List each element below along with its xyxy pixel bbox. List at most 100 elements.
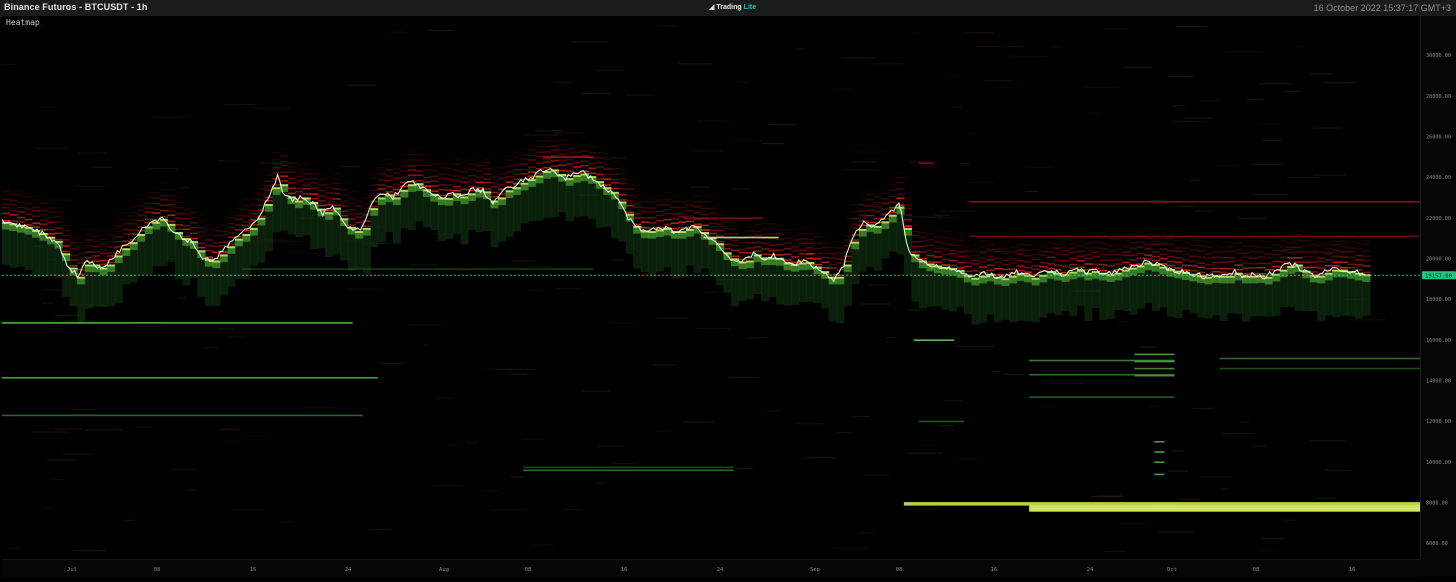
ask-cell [204, 224, 213, 226]
ask-cell [62, 229, 71, 232]
time-tick-label: Aug [439, 567, 449, 573]
noise-cell [1085, 86, 1118, 88]
ask-cell [77, 258, 86, 261]
ask-cell [1091, 251, 1100, 254]
ask-cell [122, 228, 131, 231]
price-axis-svg[interactable]: 30000.00 28000.00 26000.00 24000.00 22000.00… [1421, 16, 1456, 559]
bid-cell [1227, 275, 1236, 278]
ask-cell [47, 233, 56, 235]
noise-cell [1183, 117, 1214, 119]
ask-cell [400, 185, 409, 188]
ask-cell [640, 207, 649, 209]
ask-cell [505, 171, 514, 173]
liquidity-walls [2, 156, 1420, 512]
heatmap-chart-area[interactable] [1, 16, 1420, 559]
bid-cell [1287, 266, 1296, 268]
ask-cell [918, 231, 927, 234]
ask-cell [979, 257, 988, 260]
ask-cell [1091, 247, 1100, 249]
ask-cell [1061, 260, 1070, 262]
ask-cell [483, 162, 492, 164]
ask-cell [1091, 267, 1100, 270]
ask-cell [114, 225, 123, 227]
ask-cell [1024, 271, 1033, 273]
ask-cell [685, 220, 694, 223]
ask-cell [821, 241, 830, 244]
noise-cell [554, 132, 583, 134]
ask-cell [17, 211, 26, 213]
noise-cell [42, 302, 55, 304]
ask-cell [896, 172, 905, 174]
ask-cell [159, 195, 168, 197]
ask-cell [1016, 238, 1025, 240]
ask-cell [144, 202, 153, 205]
heatmap-svg[interactable] [1, 16, 1420, 559]
ask-cell [888, 201, 897, 204]
noise-cell [1003, 373, 1025, 375]
ask-cell [430, 180, 439, 182]
ask-cell [828, 263, 837, 266]
liquidity-wall [703, 236, 779, 239]
noise-cell [610, 463, 635, 465]
ask-cell [1024, 249, 1033, 252]
ask-cell [1114, 244, 1123, 246]
ask-cell [1287, 242, 1296, 244]
ask-cell [746, 242, 755, 244]
ask-cell [1249, 250, 1258, 253]
ask-cell [362, 225, 371, 227]
ask-cell [896, 193, 905, 196]
ask-cell [1031, 253, 1040, 256]
ask-cell [347, 190, 356, 193]
ask-cell [543, 151, 552, 153]
ask-cell [1009, 257, 1018, 260]
noise-cell [850, 204, 888, 206]
time-axis-svg[interactable]: Jul 08 16 24 Aug 08 16 24 Sep 08 16 24 Oct 08 16 [2, 560, 1420, 577]
ask-cell [693, 223, 702, 226]
ask-cell [212, 235, 221, 237]
ask-cell [701, 195, 710, 198]
ask-cell [964, 261, 973, 264]
ask-cell [708, 201, 717, 204]
noise-cell [340, 166, 361, 168]
ask-cell [355, 196, 364, 199]
bid-cell [858, 228, 867, 231]
ask-cell [1099, 247, 1108, 250]
ask-cell [994, 240, 1003, 243]
ask-cell [565, 170, 574, 172]
ask-cell [189, 211, 198, 214]
ask-cell [84, 256, 93, 259]
ask-cell [1362, 243, 1371, 246]
ask-cell [873, 206, 882, 208]
ask-cell [618, 172, 627, 175]
ask-cell [655, 199, 664, 201]
ask-cell [1309, 251, 1318, 253]
ask-cell [1287, 231, 1296, 233]
ask-cell [1189, 255, 1198, 258]
ask-cell [926, 249, 935, 252]
ask-cell [565, 158, 574, 161]
ask-cell [498, 173, 507, 175]
ask-cell [235, 218, 244, 221]
price-axis[interactable]: 30000.00 28000.00 26000.00 24000.00 22000.00… [1420, 16, 1456, 559]
ask-cell [873, 201, 882, 204]
ask-cell [633, 202, 642, 204]
price-tick-label: 28000.00 [1426, 94, 1451, 100]
ask-cell [355, 216, 364, 218]
ask-cell [1001, 268, 1010, 271]
noise-cell [202, 347, 220, 349]
time-tick-label: Sep [810, 567, 820, 573]
time-axis[interactable]: Jul 08 16 24 Aug 08 16 24 Sep 08 16 24 Oct 08 16 [2, 559, 1420, 577]
ask-cell [1151, 255, 1160, 258]
ask-cell [903, 197, 912, 199]
noise-cell [222, 440, 241, 442]
ask-cell [84, 239, 93, 241]
ask-cell [866, 214, 875, 217]
ask-cell [1151, 259, 1160, 262]
ask-cell [648, 211, 657, 213]
ask-cell [54, 238, 63, 241]
ask-cell [1264, 262, 1273, 265]
ask-cell [580, 160, 589, 162]
noise-cell [29, 431, 68, 433]
ask-cell [1084, 242, 1093, 244]
ask-cell [1039, 238, 1048, 241]
